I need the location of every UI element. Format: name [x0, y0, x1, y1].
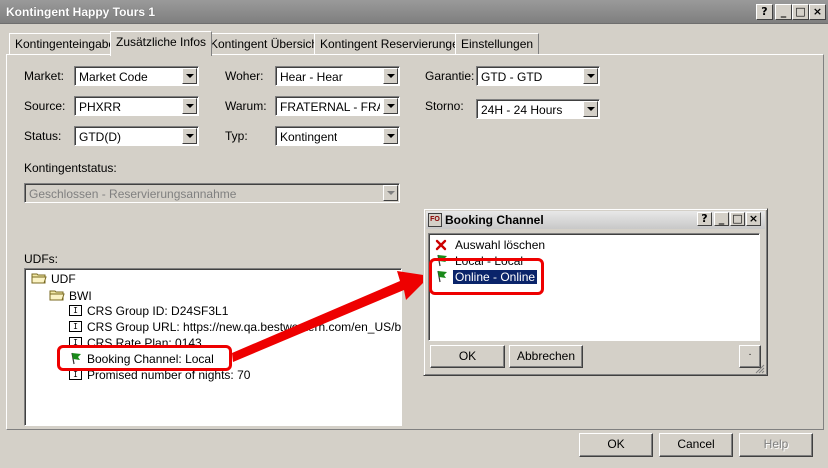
dialog-minimize-button[interactable]: _ [714, 212, 729, 226]
dialog-cancel-button[interactable]: Abbrechen [509, 345, 583, 368]
resize-grip-icon[interactable] [753, 362, 765, 374]
dialog-title: Booking Channel [445, 213, 544, 227]
annotation-highlight-online [429, 258, 544, 295]
list-item-label: Auswahl löschen [455, 238, 546, 252]
help-button-disabled[interactable]: Help [739, 433, 813, 457]
cancel-button[interactable]: Cancel [659, 433, 733, 457]
tab-zusaetzliche-infos[interactable]: Zusätzliche Infos [110, 31, 213, 56]
dialog-title-bar[interactable]: FO Booking Channel ? _ □ × [426, 211, 765, 229]
dialog-close-button[interactable]: × [746, 212, 761, 226]
dialog-ok-button[interactable]: OK [430, 345, 505, 368]
dialog-help-button[interactable]: ? [697, 212, 712, 226]
red-x-icon [435, 239, 447, 251]
app-icon: FO [428, 213, 442, 227]
ok-button[interactable]: OK [579, 433, 653, 457]
dialog-maximize-button[interactable]: □ [730, 212, 745, 226]
